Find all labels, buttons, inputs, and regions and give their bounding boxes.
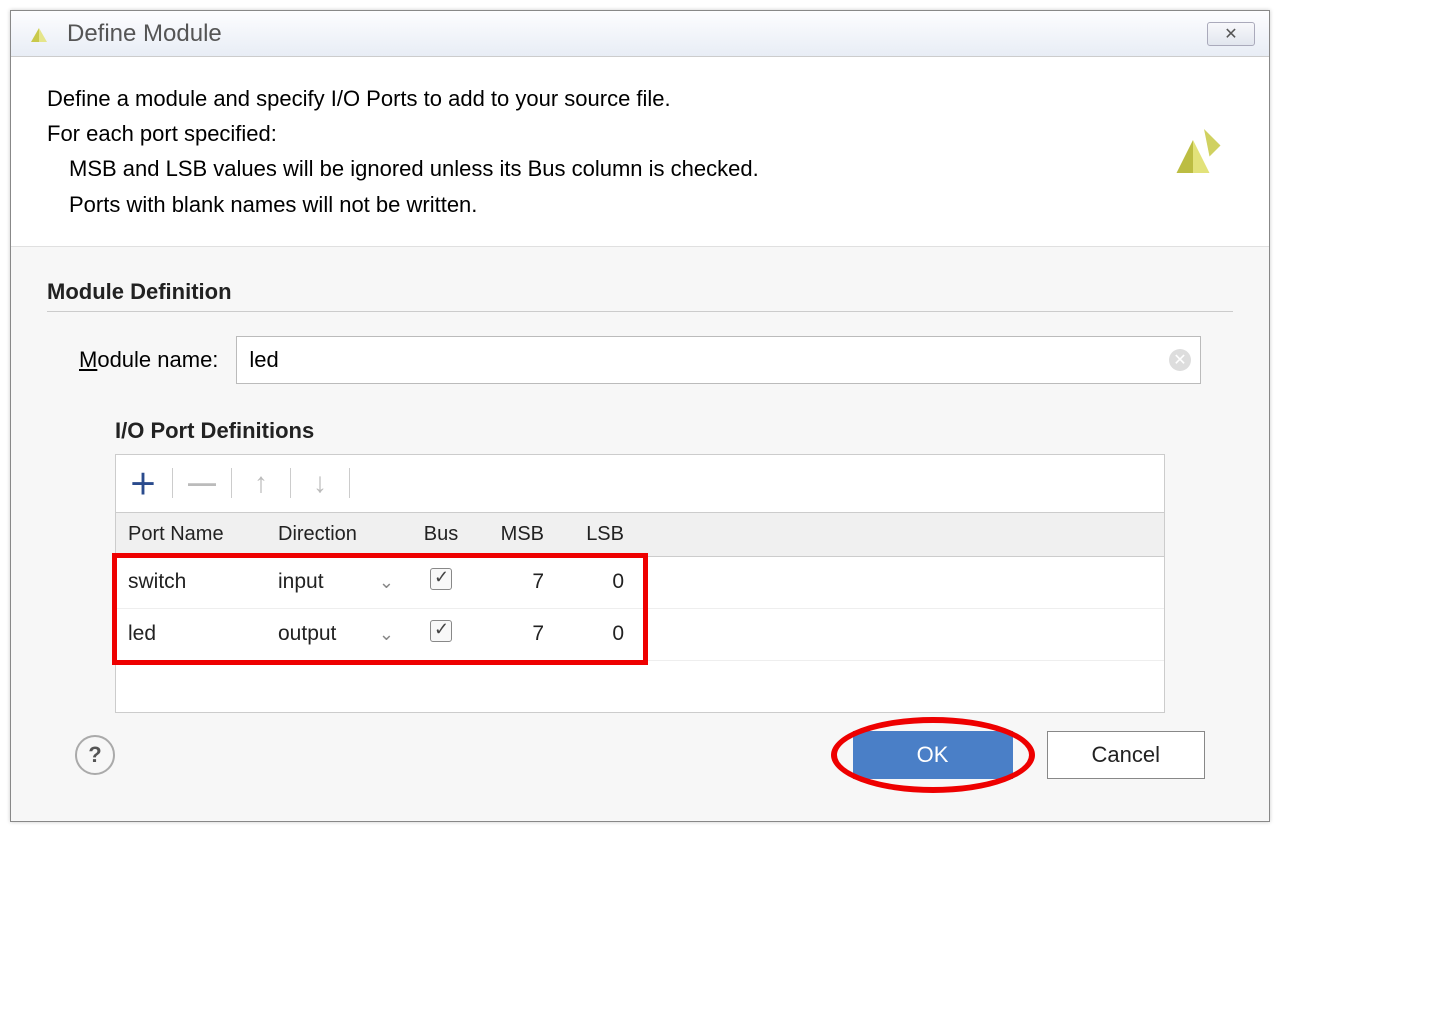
desc-line2: For each port specified: <box>47 116 1153 151</box>
port-name-cell[interactable]: switch <box>116 556 266 608</box>
msb-cell[interactable]: 7 <box>476 556 556 608</box>
section-divider <box>47 311 1233 312</box>
io-ports-title: I/O Port Definitions <box>27 418 1253 444</box>
table-row[interactable]: switch input ⌄ 7 0 <box>116 556 1164 608</box>
module-name-label: Module name: <box>79 347 218 373</box>
footer: ? OK Cancel <box>27 713 1253 797</box>
chevron-down-icon: ⌄ <box>379 624 394 645</box>
bus-checkbox[interactable] <box>430 620 452 642</box>
bus-checkbox[interactable] <box>430 568 452 590</box>
define-module-dialog: Define Module ✕ Define a module and spec… <box>10 10 1270 822</box>
module-name-row: Module name: ✕ <box>27 336 1253 384</box>
col-bus: Bus <box>406 513 476 557</box>
vivado-logo-icon <box>1153 81 1233 222</box>
msb-cell[interactable]: 7 <box>476 608 556 660</box>
table-row-empty[interactable] <box>116 660 1164 712</box>
lsb-cell[interactable]: 0 <box>556 556 636 608</box>
io-ports-table-wrap: ＋ — ↑ ↓ Port Name Direction Bus MSB LSB <box>115 454 1165 714</box>
help-icon: ? <box>88 742 101 768</box>
direction-cell[interactable]: input ⌄ <box>266 556 406 608</box>
app-icon <box>25 20 53 48</box>
close-button[interactable]: ✕ <box>1207 22 1255 46</box>
table-row[interactable]: led output ⌄ 7 0 <box>116 608 1164 660</box>
chevron-down-icon: ⌄ <box>379 572 394 593</box>
table-toolbar: ＋ — ↑ ↓ <box>116 455 1164 513</box>
titlebar: Define Module ✕ <box>11 11 1269 57</box>
bus-cell[interactable] <box>406 556 476 608</box>
module-name-input[interactable] <box>236 336 1201 384</box>
bus-cell[interactable] <box>406 608 476 660</box>
desc-line3: MSB and LSB values will be ignored unles… <box>69 151 1153 186</box>
remove-row-button[interactable]: — <box>185 466 219 500</box>
help-button[interactable]: ? <box>75 735 115 775</box>
col-msb: MSB <box>476 513 556 557</box>
plus-icon: ＋ <box>129 463 157 503</box>
body-section: Module Definition Module name: ✕ I/O Por… <box>11 247 1269 822</box>
col-spacer <box>636 513 1164 557</box>
dialog-title: Define Module <box>67 20 222 48</box>
col-lsb: LSB <box>556 513 636 557</box>
header-section: Define a module and specify I/O Ports to… <box>11 57 1269 247</box>
arrow-down-icon: ↓ <box>313 467 327 499</box>
col-port-name: Port Name <box>116 513 266 557</box>
minus-icon: — <box>188 467 216 499</box>
arrow-up-icon: ↑ <box>254 467 268 499</box>
port-name-cell[interactable]: led <box>116 608 266 660</box>
section-title: Module Definition <box>27 279 1253 305</box>
clear-input-icon[interactable]: ✕ <box>1169 349 1191 371</box>
direction-cell[interactable]: output ⌄ <box>266 608 406 660</box>
move-up-button[interactable]: ↑ <box>244 466 278 500</box>
ok-button[interactable]: OK <box>853 731 1013 779</box>
close-icon: ✕ <box>1224 24 1237 44</box>
desc-line4: Ports with blank names will not be writt… <box>69 187 1153 222</box>
io-ports-table: Port Name Direction Bus MSB LSB switch i… <box>116 513 1164 713</box>
cancel-button[interactable]: Cancel <box>1047 731 1205 779</box>
add-row-button[interactable]: ＋ <box>126 466 160 500</box>
desc-line1: Define a module and specify I/O Ports to… <box>47 81 1153 116</box>
col-direction: Direction <box>266 513 406 557</box>
header-text: Define a module and specify I/O Ports to… <box>47 81 1153 222</box>
move-down-button[interactable]: ↓ <box>303 466 337 500</box>
lsb-cell[interactable]: 0 <box>556 608 636 660</box>
